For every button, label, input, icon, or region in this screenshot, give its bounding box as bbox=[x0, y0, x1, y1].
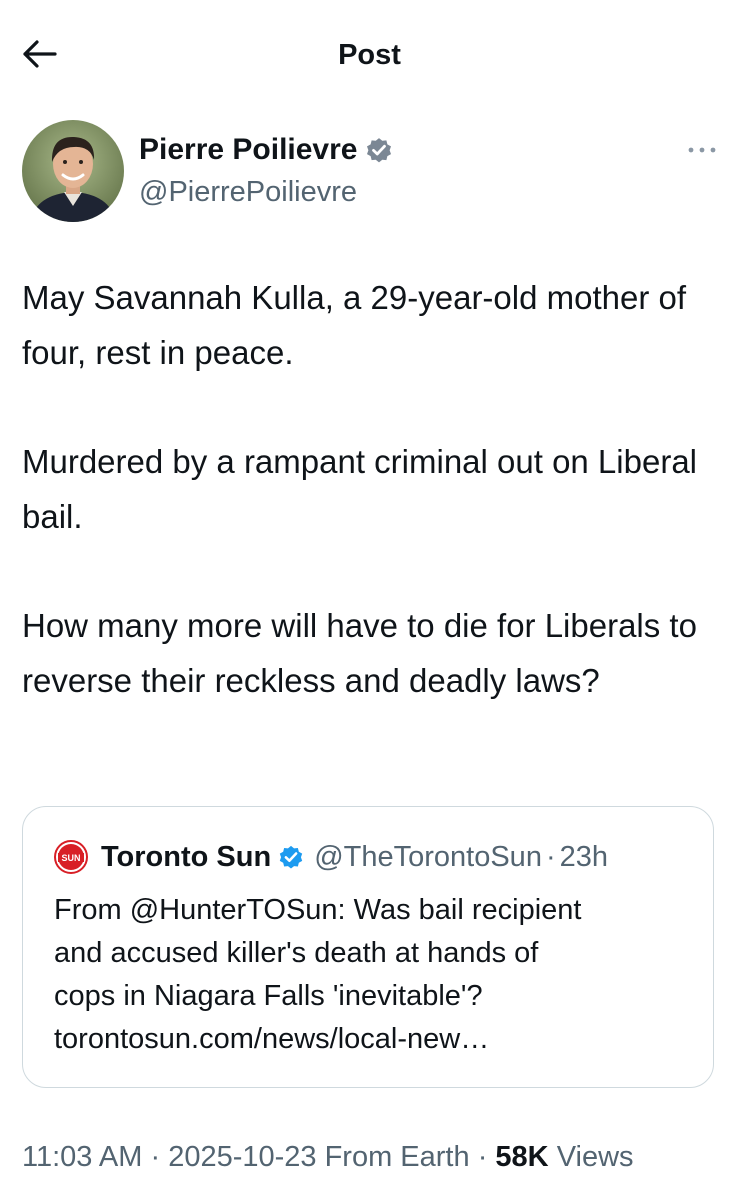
post-paragraph: How many more will have to die for Liber… bbox=[22, 607, 697, 699]
toronto-sun-logo[interactable]: SUN bbox=[54, 840, 88, 874]
quoted-post-time[interactable]: 23h bbox=[560, 841, 608, 874]
avatar[interactable] bbox=[22, 120, 124, 222]
post-source: From Earth bbox=[324, 1141, 470, 1173]
quoted-post-card[interactable]: SUN Toronto Sun @TheTorontoSun · 23h Fro… bbox=[22, 806, 714, 1088]
page-title: Post bbox=[338, 39, 401, 71]
more-dots-icon bbox=[688, 147, 716, 153]
post-date[interactable]: 2025-10-23 bbox=[168, 1141, 316, 1173]
avatar-image bbox=[22, 120, 124, 222]
post-author: Pierre Poilievre @PierrePoilievre bbox=[22, 120, 722, 224]
top-bar: Post bbox=[0, 0, 739, 110]
author-handle[interactable]: @PierrePoilievre bbox=[139, 175, 357, 209]
svg-text:SUN: SUN bbox=[61, 853, 80, 863]
separator-dot: · bbox=[150, 1141, 161, 1173]
separator-dot: · bbox=[545, 840, 556, 873]
author-name[interactable]: Pierre Poilievre bbox=[139, 132, 357, 168]
quoted-author-name[interactable]: Toronto Sun bbox=[101, 839, 271, 875]
quoted-post-text: From @HunterTOSun: Was bail recipient an… bbox=[54, 889, 694, 1061]
author-name-row: Pierre Poilievre bbox=[139, 132, 394, 168]
post-text: May Savannah Kulla, a 29-year-old mother… bbox=[22, 270, 712, 708]
views-label[interactable]: Views bbox=[557, 1141, 634, 1173]
separator-dot: · bbox=[477, 1141, 488, 1173]
post-meta: 11:03 AM · 2025-10-23 From Earth · 58K V… bbox=[22, 1138, 634, 1176]
post-time[interactable]: 11:03 AM bbox=[22, 1141, 142, 1173]
quoted-link[interactable]: torontosun.com/news/local-new… bbox=[54, 1018, 694, 1061]
post-paragraph: Murdered by a rampant criminal out on Li… bbox=[22, 443, 698, 535]
quoted-author-handle[interactable]: @TheTorontoSun bbox=[314, 841, 542, 874]
quoted-post-header: SUN Toronto Sun @TheTorontoSun · 23h bbox=[54, 839, 608, 875]
quoted-text-line: cops in Niagara Falls 'inevitable'? bbox=[54, 980, 483, 1012]
verified-badge-icon[interactable] bbox=[364, 135, 394, 165]
views-count[interactable]: 58K bbox=[495, 1141, 548, 1173]
quoted-text-line: and accused killer's death at hands of bbox=[54, 937, 539, 969]
verified-badge-icon[interactable] bbox=[277, 843, 305, 871]
more-options-button[interactable] bbox=[682, 138, 722, 162]
post-paragraph: May Savannah Kulla, a 29-year-old mother… bbox=[22, 279, 687, 371]
quoted-text-line: From @HunterTOSun: Was bail recipient bbox=[54, 894, 582, 926]
